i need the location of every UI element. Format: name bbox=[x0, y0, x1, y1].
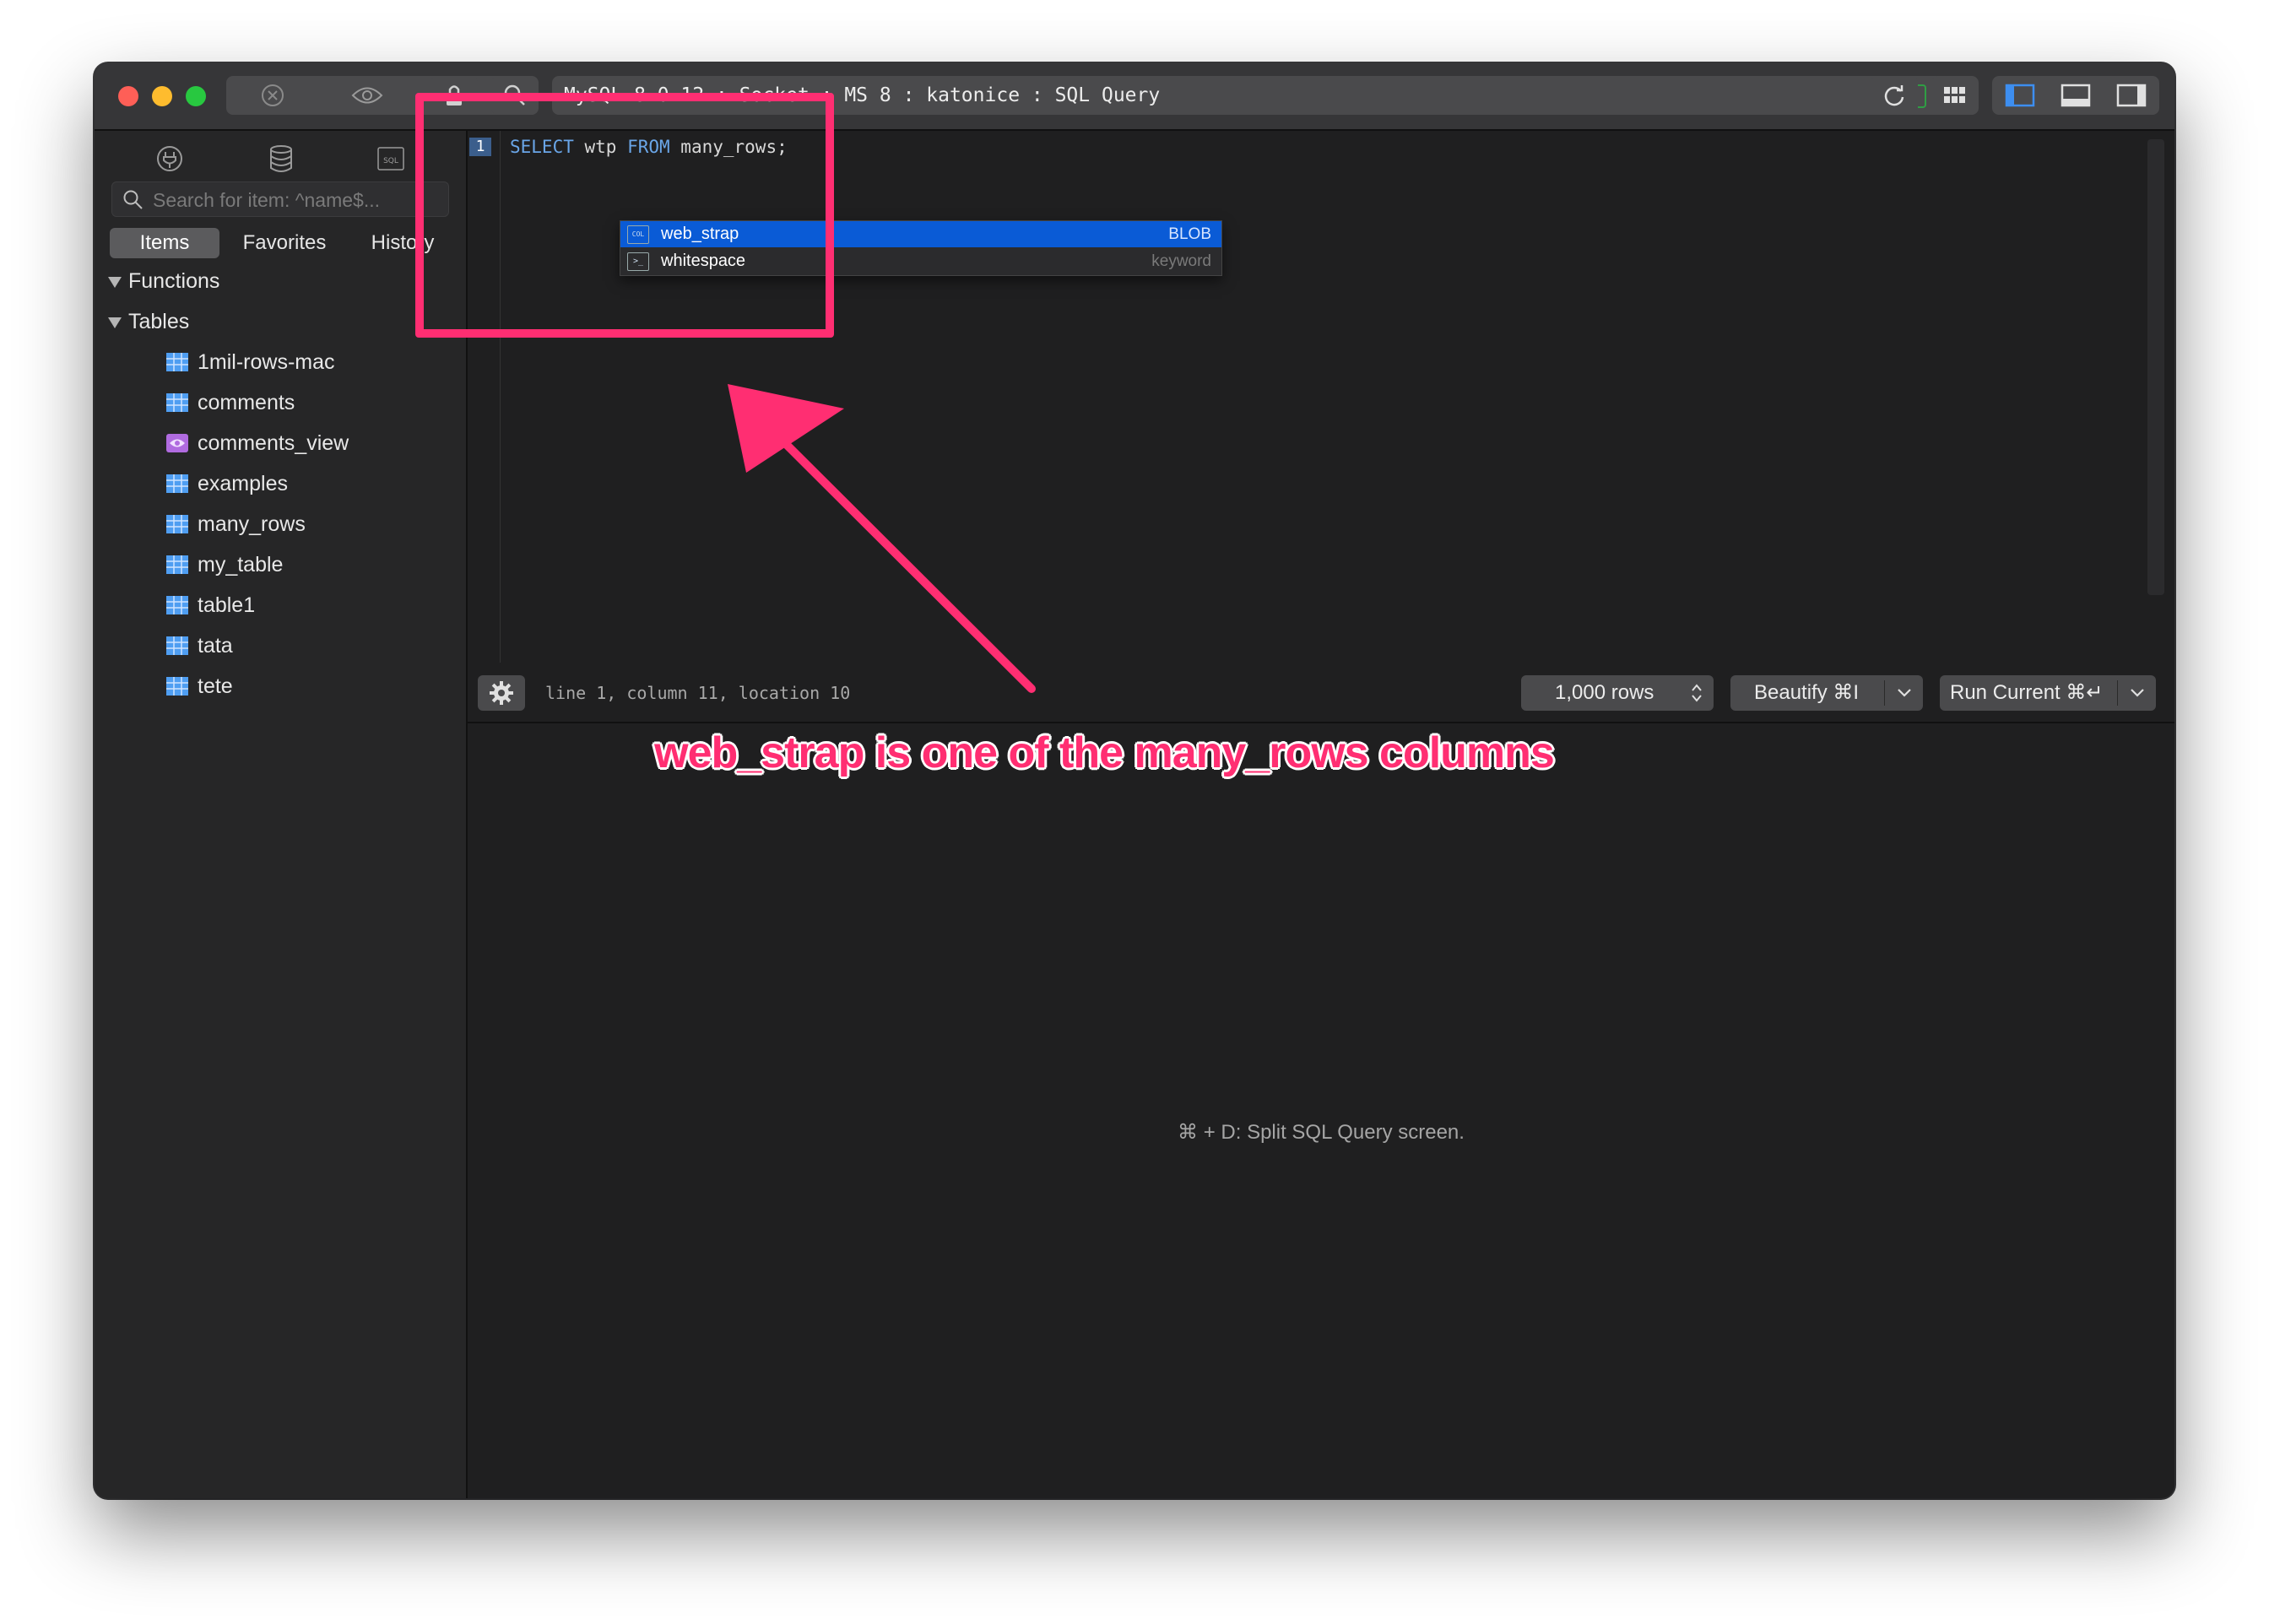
tree-group-label: Functions bbox=[128, 269, 220, 293]
results-pane: ⌘ + D: Split SQL Query screen. bbox=[468, 723, 2174, 1498]
toggle-bottom-panel-button[interactable] bbox=[2048, 76, 2104, 115]
view-eye-icon bbox=[166, 434, 188, 452]
tree-group-tables[interactable]: Tables bbox=[108, 305, 446, 338]
table-item-label: tete bbox=[198, 674, 233, 698]
annotation-caption: web_strap is one of the many_rows column… bbox=[654, 728, 1555, 777]
search-icon bbox=[123, 190, 143, 209]
tree-group-functions[interactable]: Functions bbox=[108, 264, 446, 298]
table-icon bbox=[166, 353, 188, 371]
preview-button[interactable] bbox=[321, 76, 414, 115]
beautify-button[interactable]: Beautify ⌘I bbox=[1730, 675, 1923, 711]
table-item[interactable]: tete bbox=[165, 669, 444, 703]
database-tab-button[interactable] bbox=[263, 141, 299, 176]
left-panel-icon bbox=[2005, 84, 2035, 107]
cursor-position: line 1, column 11, location 10 bbox=[545, 683, 851, 703]
table-item-label: examples bbox=[198, 472, 288, 495]
divider bbox=[2117, 680, 2118, 706]
toggle-right-panel-button[interactable] bbox=[2104, 76, 2159, 115]
divider bbox=[1884, 680, 1885, 706]
close-window-button[interactable] bbox=[118, 86, 138, 106]
view-item[interactable]: comments_view bbox=[165, 426, 444, 460]
sql-tab-button[interactable]: SQL bbox=[373, 141, 409, 176]
minimize-window-button[interactable] bbox=[152, 86, 172, 106]
rows-limit-value: 1,000 rows bbox=[1555, 681, 1654, 704]
table-item-label: tata bbox=[198, 634, 233, 658]
stop-circle-icon bbox=[262, 84, 284, 106]
refresh-button[interactable] bbox=[1871, 76, 1918, 115]
table-item[interactable]: 1mil-rows-mac bbox=[165, 345, 444, 379]
gear-icon bbox=[490, 681, 513, 705]
table-item-label: comments_view bbox=[198, 431, 349, 455]
title-bar: MySQL 8.0.12 : Socket : MS 8 : katonice … bbox=[95, 63, 2174, 131]
table-item[interactable]: many_rows bbox=[165, 507, 444, 541]
connection-tab-button[interactable] bbox=[152, 141, 187, 176]
beautify-label: Beautify ⌘I bbox=[1754, 681, 1860, 704]
run-current-button[interactable]: Run Current ⌘↵ bbox=[1940, 675, 2156, 711]
table-item-label: 1mil-rows-mac bbox=[198, 350, 335, 374]
table-item[interactable]: my_table bbox=[165, 548, 444, 582]
disclosure-triangle-icon bbox=[108, 317, 122, 328]
toggle-left-panel-button[interactable] bbox=[1992, 76, 2048, 115]
refresh-icon bbox=[1884, 85, 1904, 106]
stop-query-button[interactable] bbox=[226, 76, 319, 115]
table-item-label: comments bbox=[198, 391, 295, 414]
tab-favorites[interactable]: Favorites bbox=[230, 228, 339, 258]
tree-group-label: Tables bbox=[128, 310, 190, 333]
chevron-down-icon[interactable] bbox=[2129, 687, 2146, 699]
table-item-label: my_table bbox=[198, 553, 284, 577]
table-icon bbox=[166, 515, 188, 533]
table-icon bbox=[166, 555, 188, 574]
table-item[interactable]: table1 bbox=[165, 588, 444, 622]
table-icon bbox=[166, 474, 188, 493]
table-icon bbox=[166, 596, 188, 614]
app-window: MySQL 8.0.12 : Socket : MS 8 : katonice … bbox=[95, 63, 2174, 1498]
annotation-highlight-box bbox=[415, 93, 834, 338]
svg-text:SQL: SQL bbox=[383, 157, 398, 165]
sidebar-search-box bbox=[111, 181, 449, 218]
editor-settings-button[interactable] bbox=[478, 675, 525, 711]
table-item[interactable]: tata bbox=[165, 629, 444, 663]
table-item-label: table1 bbox=[198, 593, 256, 617]
right-panel-icon bbox=[2116, 84, 2147, 107]
table-item[interactable]: comments bbox=[165, 386, 444, 420]
table-icon bbox=[166, 393, 188, 412]
eye-icon bbox=[351, 87, 383, 104]
editor-scrollbar[interactable] bbox=[2147, 139, 2164, 595]
apps-grid-button[interactable] bbox=[1931, 76, 1979, 115]
tab-items[interactable]: Items bbox=[110, 228, 219, 258]
editor-status-bar: line 1, column 11, location 10 1,000 row… bbox=[468, 663, 2174, 723]
autocomplete-item-type: keyword bbox=[1151, 252, 1211, 270]
grid-icon bbox=[1944, 87, 1965, 103]
layout-toggle-group bbox=[1992, 76, 2159, 115]
run-current-label: Run Current ⌘↵ bbox=[1950, 681, 2104, 704]
chevron-down-icon[interactable] bbox=[1896, 687, 1913, 699]
table-item-label: many_rows bbox=[198, 512, 306, 536]
sidebar-search-input[interactable] bbox=[151, 182, 441, 218]
database-icon bbox=[270, 145, 292, 172]
split-screen-hint: ⌘ + D: Split SQL Query screen. bbox=[1178, 1121, 1465, 1144]
rows-limit-stepper[interactable]: 1,000 rows bbox=[1521, 675, 1714, 711]
table-icon bbox=[166, 636, 188, 655]
zoom-window-button[interactable] bbox=[186, 86, 206, 106]
up-down-chevron-icon bbox=[1692, 684, 1702, 702]
plug-icon bbox=[157, 146, 182, 171]
disclosure-triangle-icon bbox=[108, 277, 122, 288]
table-item[interactable]: examples bbox=[165, 467, 444, 501]
bottom-panel-icon bbox=[2061, 84, 2091, 107]
table-icon bbox=[166, 677, 188, 696]
autocomplete-item-type: BLOB bbox=[1168, 225, 1211, 243]
sql-file-icon: SQL bbox=[377, 147, 404, 171]
sidebar: SQL Items Favorites History Functions Ta… bbox=[95, 131, 468, 1498]
